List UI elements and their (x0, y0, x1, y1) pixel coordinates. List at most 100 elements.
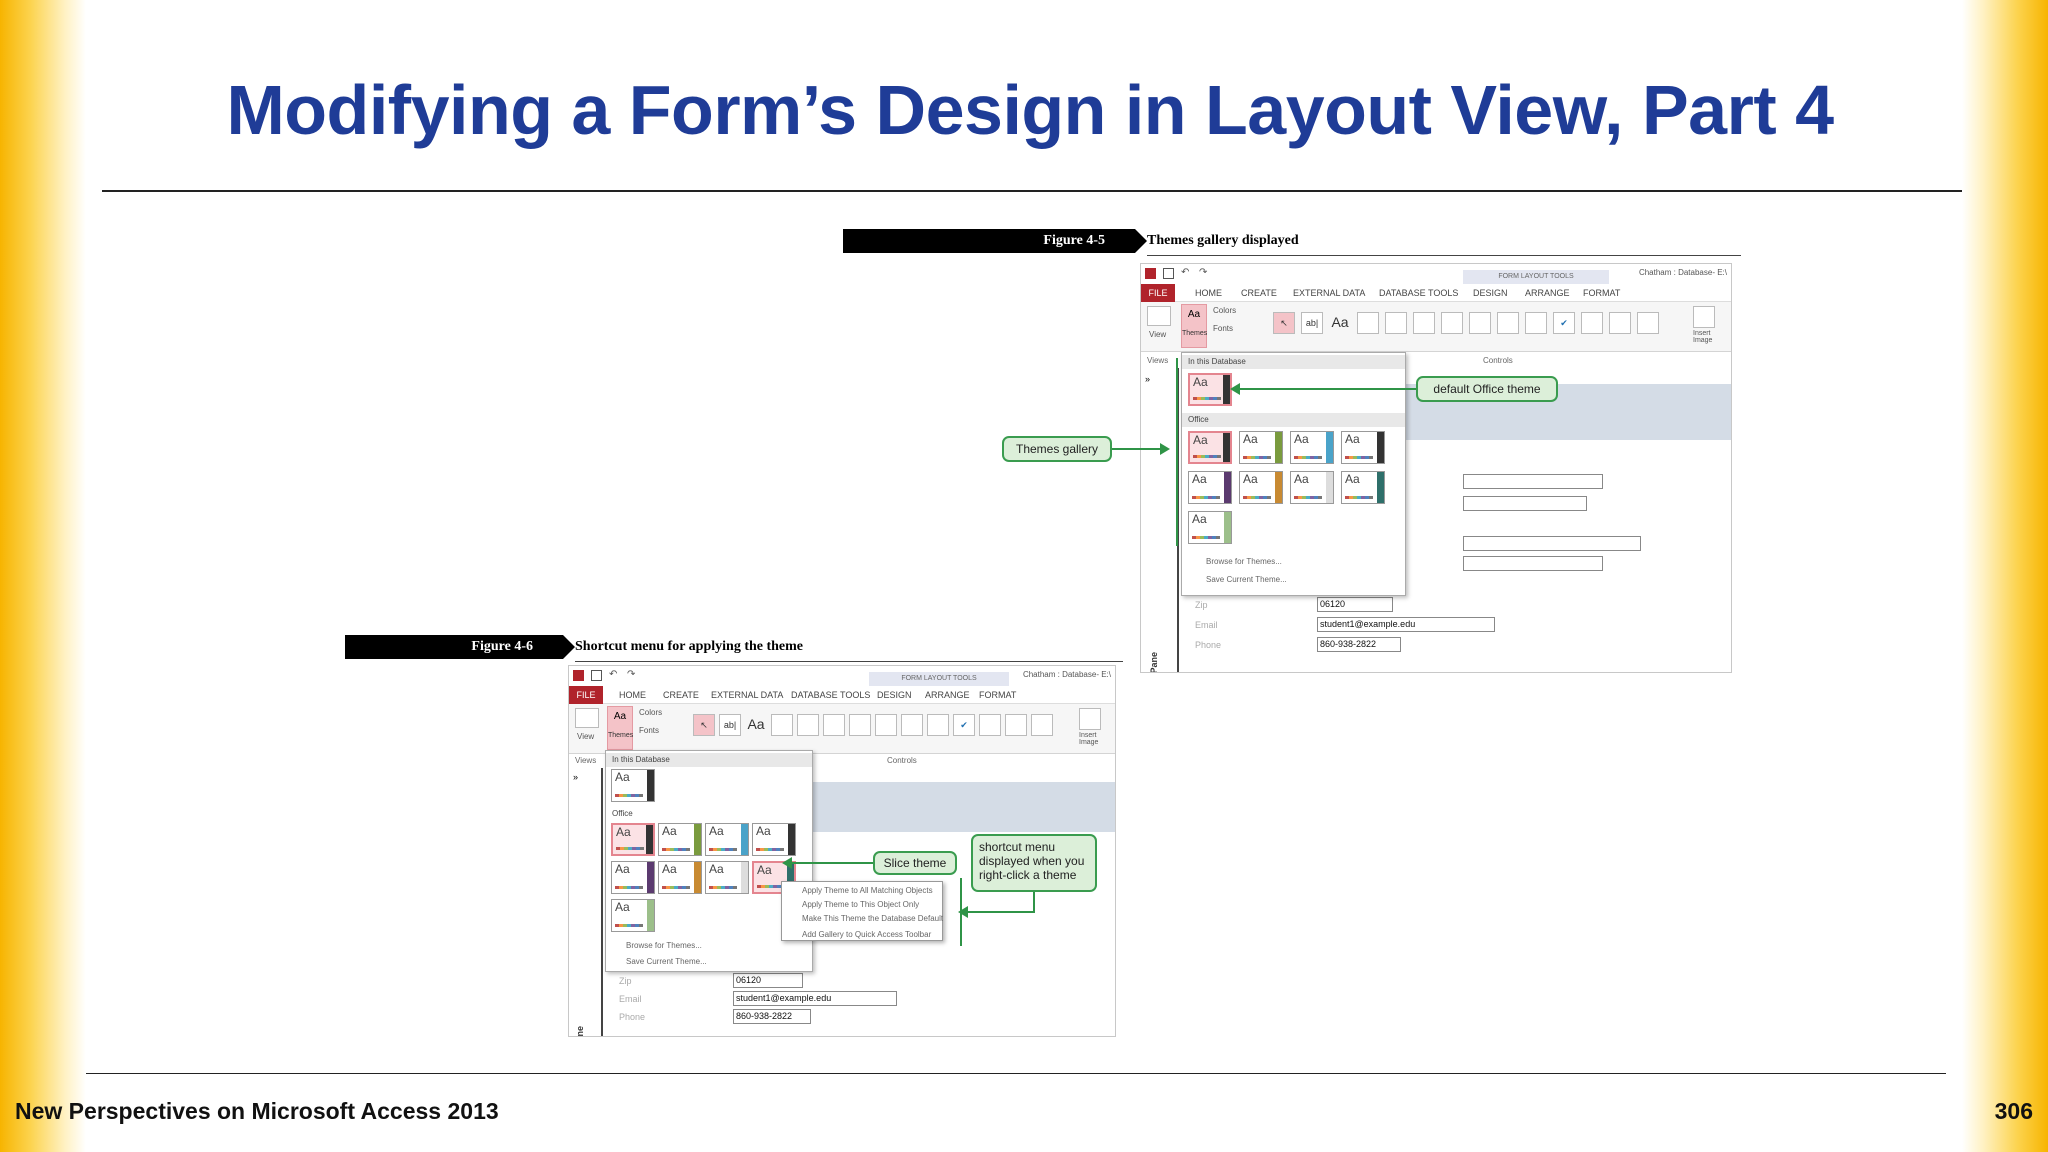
save-icon[interactable] (591, 670, 602, 681)
apply-to-all-matching-objects-item[interactable]: Apply Theme to All Matching Objects (802, 886, 933, 895)
expand-chevron-icon[interactable]: » (573, 772, 578, 782)
chart-control-icon[interactable] (1031, 714, 1053, 736)
navigation-control-icon[interactable] (875, 714, 897, 736)
button-control-icon[interactable] (1357, 312, 1379, 334)
browse-for-themes-item[interactable]: Browse for Themes... (1206, 557, 1282, 566)
form-field-hidden[interactable] (1463, 474, 1603, 489)
option-group-icon[interactable] (901, 714, 923, 736)
zip-field[interactable]: 06120 (733, 973, 803, 988)
tab-design[interactable]: DESIGN (1473, 288, 1508, 298)
colors-button[interactable]: Colors (639, 708, 662, 717)
web-browser-control-icon[interactable] (1441, 312, 1463, 334)
theme-tile[interactable]: Aa (705, 861, 749, 894)
tab-control-icon[interactable] (1385, 312, 1407, 334)
label-control-icon[interactable]: Aa (1329, 312, 1351, 334)
attachment-control-icon[interactable] (1581, 312, 1603, 334)
undo-icon[interactable]: ↶ (609, 670, 620, 681)
fonts-button[interactable]: Fonts (1213, 324, 1233, 333)
make-database-default-item[interactable]: Make This Theme the Database Default (802, 914, 943, 923)
select-pointer-icon[interactable]: ↖ (1273, 312, 1295, 334)
browse-for-themes-item[interactable]: Browse for Themes... (626, 941, 702, 950)
textbox-control-icon[interactable]: ab| (719, 714, 741, 736)
theme-tile[interactable]: Aa (752, 823, 796, 856)
view-icon[interactable] (575, 708, 599, 728)
tab-arrange[interactable]: ARRANGE (1525, 288, 1570, 298)
theme-tile-office[interactable]: Aa (611, 823, 655, 856)
add-gallery-to-quick-access-item[interactable]: Add Gallery to Quick Access Toolbar (802, 930, 931, 939)
chart-control-icon[interactable] (1637, 312, 1659, 334)
label-control-icon[interactable]: Aa (745, 714, 767, 736)
redo-icon[interactable]: ↷ (627, 670, 638, 681)
tab-file[interactable]: FILE (1141, 284, 1175, 302)
page-break-icon[interactable] (1525, 312, 1547, 334)
hyperlink-control-icon[interactable] (1413, 312, 1435, 334)
theme-tile[interactable]: Aa (1341, 471, 1385, 504)
expand-chevron-icon[interactable]: » (1145, 374, 1150, 384)
page-break-icon[interactable] (927, 714, 949, 736)
theme-tile[interactable]: Aa (658, 823, 702, 856)
theme-tile[interactable]: Aa (1290, 431, 1334, 464)
themes-button[interactable]: Aa Themes (1181, 304, 1207, 348)
colors-button[interactable]: Colors (1213, 306, 1236, 315)
checkbox-control-icon[interactable]: ✔ (1553, 312, 1575, 334)
save-icon[interactable] (1163, 268, 1174, 279)
tab-format[interactable]: FORMAT (1583, 288, 1620, 298)
theme-tile[interactable]: Aa (658, 861, 702, 894)
tab-home[interactable]: HOME (1195, 288, 1222, 298)
theme-tile[interactable]: Aa (1341, 431, 1385, 464)
save-current-theme-item[interactable]: Save Current Theme... (1206, 575, 1287, 584)
theme-tile[interactable]: Aa (1239, 431, 1283, 464)
tab-database-tools[interactable]: DATABASE TOOLS (1379, 288, 1458, 298)
redo-icon[interactable]: ↷ (1199, 268, 1210, 279)
insert-image-icon[interactable] (1079, 708, 1101, 730)
select-pointer-icon[interactable]: ↖ (693, 714, 715, 736)
theme-tile[interactable]: Aa (1188, 511, 1232, 544)
fonts-button[interactable]: Fonts (639, 726, 659, 735)
tab-file[interactable]: FILE (569, 686, 603, 704)
theme-tile-default[interactable]: Aa (1188, 373, 1232, 406)
tab-external-data[interactable]: EXTERNAL DATA (711, 690, 783, 700)
themes-button[interactable]: Aa Themes (607, 706, 633, 750)
view-icon[interactable] (1147, 306, 1171, 326)
insert-image-icon[interactable] (1693, 306, 1715, 328)
tab-create[interactable]: CREATE (1241, 288, 1277, 298)
web-browser-control-icon[interactable] (849, 714, 871, 736)
tab-design[interactable]: DESIGN (877, 690, 912, 700)
form-field-hidden[interactable] (1463, 496, 1587, 511)
hyperlink-control-icon[interactable] (823, 714, 845, 736)
theme-tile[interactable]: Aa (1239, 471, 1283, 504)
navigation-control-icon[interactable] (1469, 312, 1491, 334)
tab-database-tools[interactable]: DATABASE TOOLS (791, 690, 870, 700)
view-button[interactable]: View (577, 732, 594, 741)
email-field[interactable]: student1@example.edu (733, 991, 897, 1006)
tab-home[interactable]: HOME (619, 690, 646, 700)
attachment-control-icon[interactable] (979, 714, 1001, 736)
insert-image-button[interactable]: Insert Image (1693, 330, 1729, 344)
view-button[interactable]: View (1149, 330, 1166, 339)
theme-tile[interactable]: Aa (611, 899, 655, 932)
form-field-hidden[interactable] (1463, 556, 1603, 571)
zip-field[interactable]: 06120 (1317, 597, 1393, 612)
combo-box-icon[interactable] (1609, 312, 1631, 334)
checkbox-control-icon[interactable]: ✔ (953, 714, 975, 736)
apply-to-this-object-only-item[interactable]: Apply Theme to This Object Only (802, 900, 919, 909)
form-field-hidden[interactable] (1463, 536, 1641, 551)
tab-control-icon[interactable] (797, 714, 819, 736)
tab-arrange[interactable]: ARRANGE (925, 690, 970, 700)
theme-tile[interactable]: Aa (611, 861, 655, 894)
insert-image-button[interactable]: Insert Image (1079, 732, 1115, 746)
tab-format[interactable]: FORMAT (979, 690, 1016, 700)
theme-shortcut-menu[interactable]: Apply Theme to All Matching Objects Appl… (781, 881, 943, 941)
textbox-control-icon[interactable]: ab| (1301, 312, 1323, 334)
theme-tile-office[interactable]: Aa (1188, 431, 1232, 464)
phone-field[interactable]: 860-938-2822 (1317, 637, 1401, 652)
theme-tile[interactable]: Aa (1290, 471, 1334, 504)
theme-tile-default[interactable]: Aa (611, 769, 655, 802)
navigation-pane[interactable]: » Navigation Pane (1141, 368, 1179, 672)
phone-field[interactable]: 860-938-2822 (733, 1009, 811, 1024)
save-current-theme-item[interactable]: Save Current Theme... (626, 957, 707, 966)
tab-external-data[interactable]: EXTERNAL DATA (1293, 288, 1365, 298)
tab-create[interactable]: CREATE (663, 690, 699, 700)
undo-icon[interactable]: ↶ (1181, 268, 1192, 279)
button-control-icon[interactable] (771, 714, 793, 736)
